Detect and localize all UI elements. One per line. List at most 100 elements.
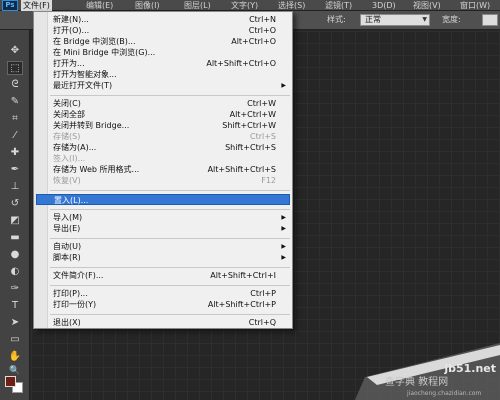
eyedropper-tool-icon[interactable]: ⁄	[7, 129, 23, 143]
menu-item-shortcut: Alt+Shift+Ctrl+P	[207, 300, 276, 309]
menu-item-exit[interactable]: 退出(X) Ctrl+Q	[36, 317, 290, 328]
watermark-site: jb51.net	[444, 362, 496, 375]
menu-3d[interactable]: 3D(D)	[370, 0, 398, 11]
healing-brush-tool-icon[interactable]: ✚	[7, 146, 23, 160]
menu-item-browse-mini-bridge[interactable]: 在 Mini Bridge 中浏览(G)...	[36, 47, 290, 58]
menu-item-label: 脚本(R)	[53, 253, 81, 262]
gradient-tool-icon[interactable]: ▬	[7, 231, 23, 245]
menu-separator	[50, 267, 290, 268]
menu-view[interactable]: 视图(V)	[411, 0, 443, 11]
pen-tool-icon[interactable]: ✑	[7, 282, 23, 296]
menu-item-open-recent[interactable]: 最近打开文件(T) ▶	[36, 80, 290, 91]
menu-layer[interactable]: 图层(L)	[182, 0, 213, 11]
menu-item-check-in: 签入(I)...	[36, 153, 290, 164]
menu-item-label: 退出(X)	[53, 318, 81, 327]
hand-tool-icon[interactable]: ✋	[7, 350, 23, 364]
tools-panel: ✥ ⬚ ᘓ ✎ ⌗ ⁄ ✚ ✒ ⊥ ↺ ◩ ▬ ● ◐ ✑ T ➤ ▭ ✋ 🔍	[0, 30, 30, 400]
menu-item-browse-bridge[interactable]: 在 Bridge 中浏览(B)... Alt+Ctrl+O	[36, 36, 290, 47]
menu-separator	[50, 95, 290, 96]
menu-item-print[interactable]: 打印(P)... Ctrl+P	[36, 288, 290, 299]
watermark-brand: 查字典 教程网	[385, 377, 449, 388]
submenu-arrow-icon: ▶	[281, 243, 286, 250]
menu-item-label: 存储(S)	[53, 132, 81, 141]
menu-item-label: 恢复(V)	[53, 176, 81, 185]
menu-edit[interactable]: 编辑(E)	[84, 0, 115, 11]
menu-item-shortcut: Alt+Ctrl+W	[229, 110, 276, 119]
history-brush-tool-icon[interactable]: ↺	[7, 197, 23, 211]
menu-item-automate[interactable]: 自动(U) ▶	[36, 241, 290, 252]
menu-item-label: 打印(P)...	[53, 289, 88, 298]
menu-separator	[50, 285, 290, 286]
lasso-tool-icon[interactable]: ᘓ	[7, 78, 23, 92]
menu-item-open-smart-object[interactable]: 打开为智能对象...	[36, 69, 290, 80]
menu-item-revert: 恢复(V) F12	[36, 175, 290, 186]
menu-item-close-all[interactable]: 关闭全部 Alt+Ctrl+W	[36, 109, 290, 120]
menu-item-label: 存储为 Web 所用格式...	[53, 165, 140, 174]
menu-item-shortcut: Ctrl+O	[248, 26, 276, 35]
menu-item-shortcut: Ctrl+P	[250, 289, 276, 298]
move-tool-icon[interactable]: ✥	[7, 44, 23, 58]
menu-item-label: 打开为智能对象...	[53, 70, 117, 79]
menu-item-open[interactable]: 打开(O)... Ctrl+O	[36, 25, 290, 36]
foreground-color-swatch[interactable]	[5, 376, 16, 387]
blur-tool-icon[interactable]: ●	[7, 248, 23, 262]
style-select[interactable]: 正常 ▼	[360, 14, 430, 26]
menu-item-label: 文件简介(F)...	[53, 271, 104, 280]
brush-tool-icon[interactable]: ✒	[7, 163, 23, 177]
dodge-tool-icon[interactable]: ◐	[7, 265, 23, 279]
menu-item-label: 存储为(A)...	[53, 143, 97, 152]
menu-item-label: 打开(O)...	[53, 26, 90, 35]
menu-item-new[interactable]: 新建(N)... Ctrl+N	[36, 14, 290, 25]
menu-filter[interactable]: 滤镜(T)	[323, 0, 354, 11]
type-tool-icon[interactable]: T	[7, 299, 23, 313]
menu-type[interactable]: 文字(Y)	[229, 0, 260, 11]
menu-item-label: 打印一份(Y)	[53, 300, 97, 309]
menu-item-shortcut: Shift+Ctrl+S	[225, 143, 276, 152]
menu-item-shortcut: Alt+Ctrl+O	[231, 37, 276, 46]
watermark: jb51.net 查字典 教程网 jiaocheng.chazidian.com	[355, 325, 500, 400]
menu-item-import[interactable]: 导入(M) ▶	[36, 212, 290, 223]
menu-item-shortcut: Ctrl+S	[249, 132, 276, 141]
menu-separator	[50, 190, 290, 191]
menu-file[interactable]: 文件(F)	[21, 0, 52, 11]
eraser-tool-icon[interactable]: ◩	[7, 214, 23, 228]
menu-item-shortcut: F12	[261, 176, 276, 185]
file-menu-dropdown: 新建(N)... Ctrl+N 打开(O)... Ctrl+O 在 Bridge 中…	[33, 11, 293, 329]
menu-item-label: 新建(N)...	[53, 15, 89, 24]
style-value: 正常	[365, 15, 381, 24]
menu-item-file-info[interactable]: 文件简介(F)... Alt+Shift+Ctrl+I	[36, 270, 290, 281]
menu-item-label: 导出(E)	[53, 224, 81, 233]
width-label: 宽度:	[442, 15, 461, 24]
menu-item-close-go-bridge[interactable]: 关闭并转到 Bridge... Shift+Ctrl+W	[36, 120, 290, 131]
menu-item-shortcut: Alt+Shift+Ctrl+O	[206, 59, 276, 68]
menu-item-label: 关闭(C)	[53, 99, 81, 108]
menu-item-scripts[interactable]: 脚本(R) ▶	[36, 252, 290, 263]
menu-item-export[interactable]: 导出(E) ▶	[36, 223, 290, 234]
menu-item-print-one-copy[interactable]: 打印一份(Y) Alt+Shift+Ctrl+P	[36, 299, 290, 310]
menu-item-label: 关闭全部	[53, 110, 85, 119]
menu-image[interactable]: 图像(I)	[133, 0, 162, 11]
menu-separator	[50, 209, 290, 210]
menu-item-label: 在 Bridge 中浏览(B)...	[53, 37, 136, 46]
menu-item-save-as[interactable]: 存储为(A)... Shift+Ctrl+S	[36, 142, 290, 153]
photoshop-window: Ps 文件(F) 编辑(E) 图像(I) 图层(L) 文字(Y) 选择(S) 滤…	[0, 0, 500, 400]
submenu-arrow-icon: ▶	[281, 214, 286, 221]
clone-stamp-tool-icon[interactable]: ⊥	[7, 180, 23, 194]
menu-item-close[interactable]: 关闭(C) Ctrl+W	[36, 98, 290, 109]
menu-select[interactable]: 选择(S)	[276, 0, 307, 11]
width-input[interactable]	[482, 14, 498, 26]
menu-separator	[50, 314, 290, 315]
path-select-tool-icon[interactable]: ➤	[7, 316, 23, 330]
menu-item-label: 关闭并转到 Bridge...	[53, 121, 130, 130]
menu-window[interactable]: 窗口(W)	[458, 0, 492, 11]
shape-tool-icon[interactable]: ▭	[7, 333, 23, 347]
menu-item-open-as[interactable]: 打开为... Alt+Shift+Ctrl+O	[36, 58, 290, 69]
crop-tool-icon[interactable]: ⌗	[7, 112, 23, 126]
menu-item-label: 自动(U)	[53, 242, 82, 251]
menu-item-label: 打开为...	[53, 59, 85, 68]
menu-item-label: 在 Mini Bridge 中浏览(G)...	[53, 48, 156, 57]
marquee-tool-icon[interactable]: ⬚	[7, 61, 23, 75]
quick-select-tool-icon[interactable]: ✎	[7, 95, 23, 109]
menu-item-save-for-web[interactable]: 存储为 Web 所用格式... Alt+Shift+Ctrl+S	[36, 164, 290, 175]
menu-item-place[interactable]: 置入(L)...	[36, 194, 290, 205]
